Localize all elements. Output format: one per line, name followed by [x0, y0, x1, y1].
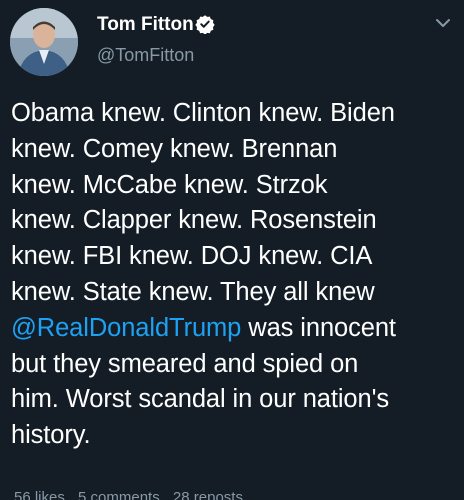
tweet-text-line: knew. Comey knew. Brennan: [11, 134, 338, 163]
user-handle[interactable]: @TomFitton: [97, 45, 194, 66]
tweet-text-line: knew. FBI knew. DOJ knew. CIA: [11, 242, 373, 271]
tweet-text-line: but they smeared and spied on: [11, 349, 359, 378]
avatar[interactable]: [10, 8, 78, 76]
tweet-header: Tom Fitton @TomFitton: [0, 0, 464, 90]
tweet-text-line: @RealDonaldTrump was innocent: [11, 311, 457, 347]
tweet-text-line: knew. State knew. They all knew: [11, 277, 375, 306]
tweet-text-fragment: was innocent: [241, 313, 396, 342]
tweet-text-line: knew. Clapper knew. Rosenstein: [11, 206, 377, 235]
likes-count[interactable]: 56 likes: [14, 489, 65, 500]
tweet-text-line: Obama knew. Clinton knew. Biden: [11, 99, 395, 127]
reposts-count[interactable]: 28 reposts: [173, 489, 243, 500]
verified-badge-icon: [195, 15, 215, 34]
tweet-text-line: history.: [11, 421, 91, 450]
chevron-down-icon[interactable]: [432, 12, 454, 34]
tweet-text-line: knew. McCabe knew. Strzok: [11, 170, 328, 199]
display-name[interactable]: Tom Fitton: [97, 14, 194, 36]
tweet-text: Obama knew. Clinton knew. Biden knew. Co…: [11, 96, 457, 454]
comments-count[interactable]: 5 comments: [78, 489, 160, 500]
mention-link[interactable]: @RealDonaldTrump: [11, 314, 241, 342]
engagement-stats: 56 likes 5 comments 28 reposts: [14, 489, 252, 500]
tweet-text-line: him. Worst scandal in our nation's: [11, 385, 390, 414]
tweet-card: Tom Fitton @TomFitton Obama knew. Clinto…: [0, 0, 464, 500]
